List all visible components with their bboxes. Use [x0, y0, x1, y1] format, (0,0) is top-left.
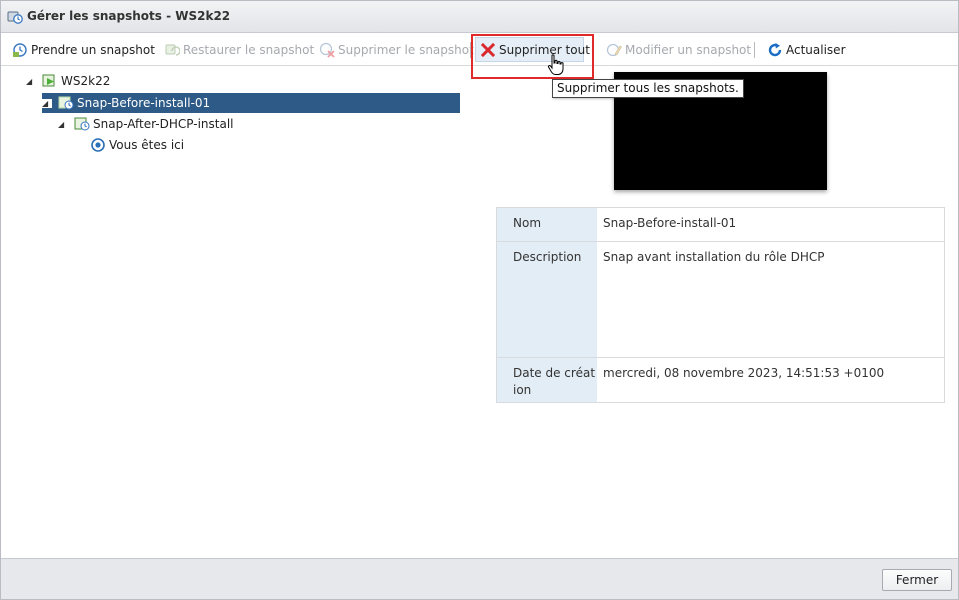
edit-snapshot-icon [606, 43, 622, 57]
expand-arrow-icon[interactable]: ◢ [42, 98, 52, 108]
dialog-footer: Fermer [1, 558, 958, 599]
date-label-line1: Date de créat [513, 366, 596, 380]
delete-all-tooltip: Supprimer tous les snapshots. [552, 79, 744, 98]
snapshot-details-table: Nom Snap-Before-install-01 Description S… [496, 207, 945, 403]
delete-snapshot-icon [319, 42, 335, 58]
tree-item-label: Snap-After-DHCP-install [93, 117, 234, 131]
tree-root-vm[interactable]: ◢ WS2k22 [26, 71, 110, 91]
refresh-label: Actualiser [786, 43, 846, 57]
restore-snapshot-label: Restaurer le snapshot [183, 43, 315, 57]
snapshot-icon [74, 117, 90, 131]
delete-snapshot-button[interactable]: Supprimer le snapshot [319, 34, 474, 66]
date-label: Date de créat ion [497, 358, 597, 402]
date-label-line2: ion [513, 383, 532, 397]
expand-arrow-icon[interactable]: ◢ [26, 77, 36, 86]
description-value: Snap avant installation du rôle DHCP [603, 250, 825, 264]
refresh-icon [768, 43, 782, 57]
details-row-name: Nom Snap-Before-install-01 [497, 208, 944, 242]
tree-item-you-are-here[interactable]: Vous êtes ici [90, 135, 184, 155]
expand-arrow-icon[interactable]: ◢ [58, 120, 68, 129]
restore-snapshot-button[interactable]: Restaurer le snapshot [164, 34, 314, 66]
current-position-icon [91, 138, 105, 152]
date-value: mercredi, 08 novembre 2023, 14:51:53 +01… [603, 366, 885, 380]
details-row-date: Date de créat ion mercredi, 08 novembre … [497, 358, 944, 402]
details-row-description: Description Snap avant installation du r… [497, 242, 944, 358]
window-title: Gérer les snapshots - WS2k22 [27, 9, 231, 23]
take-snapshot-label: Prendre un snapshot [31, 43, 155, 57]
name-value: Snap-Before-install-01 [603, 216, 737, 230]
delete-all-highlight-box [471, 34, 594, 79]
toolbar-separator [754, 42, 755, 58]
take-snapshot-button[interactable]: Prendre un snapshot [12, 34, 155, 66]
take-snapshot-icon [13, 43, 27, 57]
hand-cursor-icon [547, 54, 564, 75]
tree-item-snap-before[interactable]: ◢ Snap-Before-install-01 [42, 93, 460, 113]
tree-item-label: Snap-Before-install-01 [77, 96, 211, 110]
snapshot-manager-dialog: Gérer les snapshots - WS2k22 Prendre un … [0, 0, 959, 600]
edit-snapshot-label: Modifier un snapshot [625, 43, 752, 57]
snapshot-icon [58, 96, 74, 110]
tree-item-snap-after[interactable]: ◢ Snap-After-DHCP-install [58, 114, 234, 134]
description-label: Description [497, 242, 597, 357]
name-label: Nom [497, 208, 597, 241]
delete-snapshot-label: Supprimer le snapshot [338, 43, 474, 57]
edit-snapshot-button[interactable]: Modifier un snapshot [606, 34, 751, 66]
snapshot-tree: ◢ WS2k22 ◢ Snap-Before-install-01 ◢ Snap… [1, 67, 471, 557]
tree-root-label: WS2k22 [61, 74, 111, 88]
vm-icon [42, 74, 55, 87]
title-bar: Gérer les snapshots - WS2k22 [1, 1, 958, 33]
refresh-button[interactable]: Actualiser [767, 34, 846, 66]
close-button[interactable]: Fermer [882, 569, 952, 591]
snapshot-manager-icon [7, 11, 23, 24]
tree-item-label: Vous êtes ici [109, 138, 185, 152]
restore-snapshot-icon [165, 44, 180, 56]
